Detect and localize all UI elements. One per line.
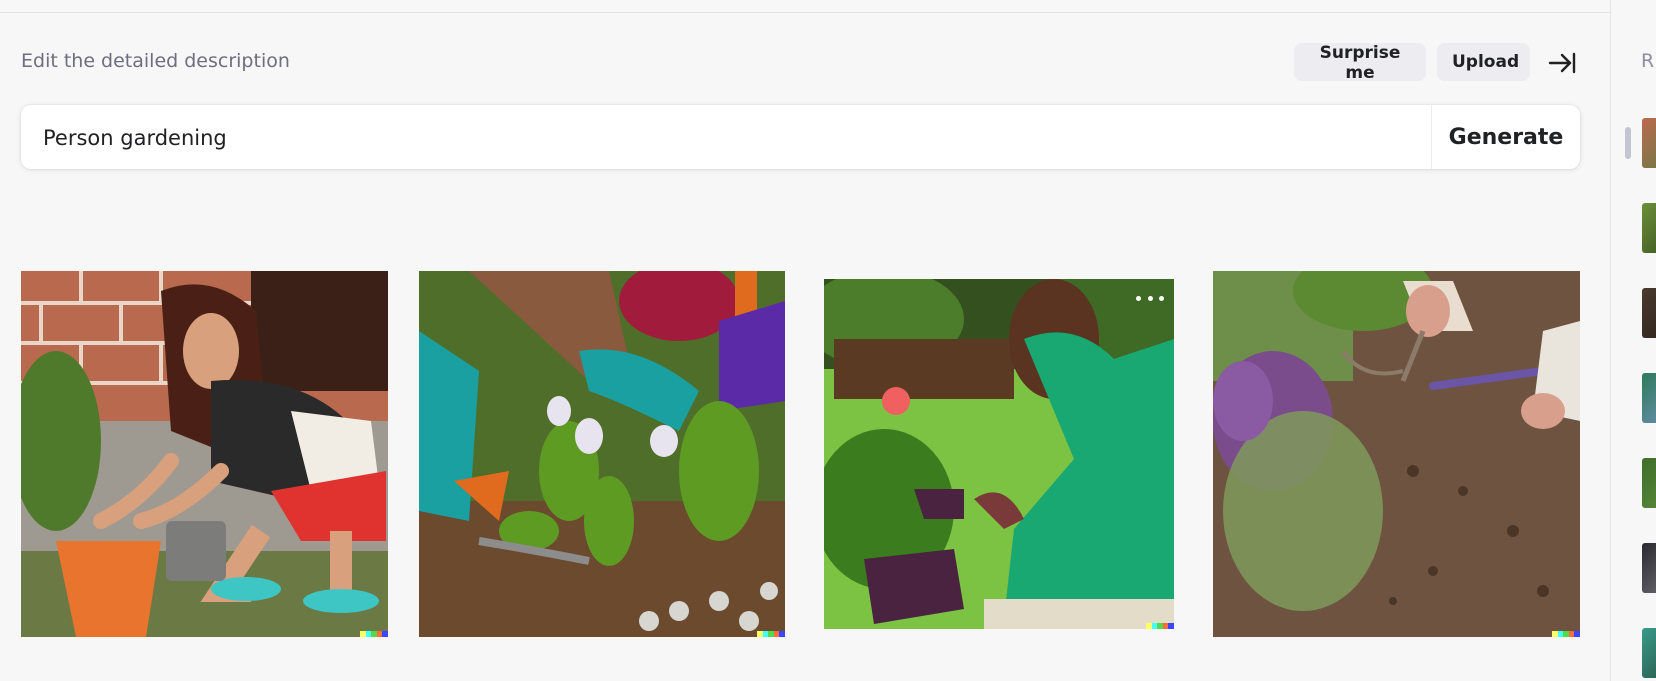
sidebar-scrollbar[interactable] <box>1625 127 1631 159</box>
main-panel: Edit the detailed description Surprise m… <box>0 0 1610 681</box>
result-image-2[interactable] <box>419 271 785 637</box>
result-image-4[interactable] <box>1213 271 1580 637</box>
upload-button[interactable]: Upload <box>1437 43 1530 81</box>
tilling-soil-image <box>1213 271 1580 637</box>
more-options-icon[interactable] <box>1136 291 1164 305</box>
result-image-1[interactable] <box>21 271 388 637</box>
history-item[interactable] <box>1642 543 1656 593</box>
section-label: Edit the detailed description <box>21 50 290 72</box>
history-item[interactable] <box>1642 118 1656 168</box>
result-image-3[interactable] <box>824 279 1174 629</box>
signature-strip <box>757 631 785 637</box>
history-sidebar: R <box>1610 0 1656 681</box>
signature-strip <box>1552 631 1580 637</box>
gloved-hands-flowers-image <box>419 271 785 637</box>
history-item[interactable] <box>1642 203 1656 253</box>
signature-strip <box>1146 623 1174 629</box>
woman-gardening-image <box>21 271 388 637</box>
history-item[interactable] <box>1642 458 1656 508</box>
prompt-box: Generate <box>21 105 1580 171</box>
signature-strip <box>360 631 388 637</box>
prompt-input[interactable] <box>41 105 1425 171</box>
history-item[interactable] <box>1642 373 1656 423</box>
surprise-me-button[interactable]: Surprise me <box>1294 43 1426 83</box>
generate-button[interactable]: Generate <box>1432 105 1580 169</box>
man-gardening-image <box>824 279 1174 629</box>
collapse-panel-icon[interactable] <box>1547 50 1577 76</box>
history-item[interactable] <box>1642 288 1656 338</box>
history-item[interactable] <box>1642 628 1656 678</box>
sidebar-title: R <box>1641 50 1655 72</box>
